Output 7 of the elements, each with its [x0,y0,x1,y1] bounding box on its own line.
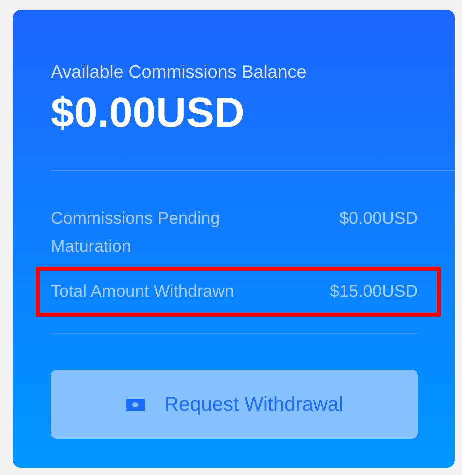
row-label: Total Amount Withdrawn [51,281,236,303]
row-value: $0.00USD [340,208,418,230]
row-label: Commissions Pending Maturation [51,208,222,258]
balance-amount: $0.00USD [51,88,246,138]
row-value: $15.00USD [330,281,418,303]
money-bill-icon [126,398,145,410]
balance-label: Available Commissions Balance [51,61,308,84]
